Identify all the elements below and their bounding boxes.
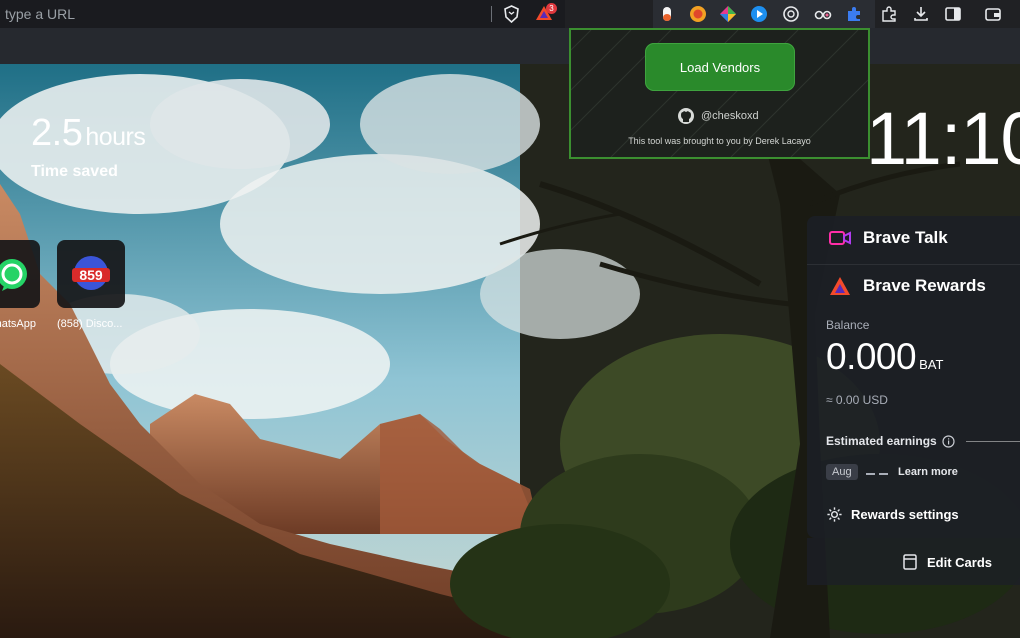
wallet-icon[interactable]	[984, 5, 1002, 23]
balance-label: Balance	[826, 318, 870, 332]
balance-unit: BAT	[919, 357, 944, 372]
load-vendors-button[interactable]: Load Vendors	[645, 43, 795, 91]
brave-cards-panel: Brave Talk Brave Rewards Balance 0.000 B…	[807, 216, 1020, 538]
fox-extension-icon[interactable]	[689, 5, 707, 23]
extensions-menu-icon[interactable]	[880, 5, 898, 23]
rewards-settings-label: Rewards settings	[851, 507, 959, 522]
balance-usd: ≈ 0.00 USD	[826, 393, 888, 407]
brave-rewards-icon	[830, 277, 850, 295]
estimated-earnings-line	[966, 441, 1020, 442]
balance-display: 0.000 BAT	[826, 336, 943, 378]
brave-talk-card-header[interactable]: Brave Talk	[829, 228, 948, 248]
learn-more-link[interactable]: Learn more	[898, 466, 958, 478]
github-icon	[678, 108, 694, 124]
info-icon[interactable]	[942, 434, 955, 448]
whatsapp-icon	[0, 259, 27, 291]
brave-rewards-title: Brave Rewards	[863, 276, 986, 295]
address-bar-divider	[491, 6, 492, 22]
browser-toolbar: type a URL 3	[0, 0, 1020, 28]
edit-cards-icon	[903, 554, 917, 570]
time-saved-value: 2.5	[31, 112, 83, 154]
top-site-label-whatsapp: WhatsApp	[0, 318, 36, 330]
brave-rewards-button[interactable]: 3	[535, 3, 557, 24]
top-site-tile-discord[interactable]: 859	[57, 240, 125, 308]
estimated-earnings-row: Estimated earnings	[826, 434, 955, 448]
download-icon[interactable]	[912, 5, 930, 23]
top-site-tile-whatsapp[interactable]	[0, 240, 40, 308]
play-circle-extension-icon[interactable]	[750, 5, 768, 23]
edit-cards-label: Edit Cards	[927, 554, 993, 570]
time-saved-stat: 2.5 hours	[31, 112, 146, 155]
rewards-notification-badge: 3	[546, 3, 557, 14]
glasses-extension-icon[interactable]	[814, 5, 832, 23]
brave-new-tab-page: type a URL 3 2.5 hours Time saved atsApp…	[0, 0, 1020, 638]
gear-icon	[827, 507, 842, 522]
month-chip: Aug	[826, 464, 858, 480]
discord-notification-icon: 859	[72, 256, 110, 290]
openai-extension-icon[interactable]	[782, 5, 800, 23]
github-handle: @cheskoxd	[701, 110, 759, 122]
brave-shields-icon[interactable]	[503, 5, 520, 24]
time-saved-label: Time saved	[31, 163, 118, 180]
earnings-placeholder-dash	[866, 473, 875, 475]
address-bar[interactable]: type a URL 3	[0, 0, 565, 28]
colorful-grid-extension-icon[interactable]	[719, 5, 737, 23]
puzzle-blue-extension-icon[interactable]	[845, 5, 863, 23]
brave-talk-title: Brave Talk	[863, 228, 948, 247]
extensions-toolbar	[653, 0, 875, 28]
brave-rewards-card-header[interactable]: Brave Rewards	[829, 276, 986, 296]
time-saved-unit: hours	[85, 123, 146, 151]
popup-credit-text: This tool was brought to you by Derek La…	[628, 136, 811, 146]
clock: 11:10	[866, 97, 1020, 180]
balance-value: 0.000	[826, 336, 917, 377]
github-link[interactable]: @cheskoxd	[677, 106, 759, 126]
card-divider	[807, 264, 1020, 265]
edit-cards-button[interactable]: Edit Cards	[903, 554, 992, 570]
extension-popup: Load Vendors @cheskoxd This tool was bro…	[569, 28, 870, 159]
video-camera-icon	[829, 231, 851, 245]
pill-extension-icon[interactable]	[658, 5, 676, 23]
estimated-earnings-label: Estimated earnings	[826, 434, 937, 448]
discord-badge-count: 859	[79, 267, 103, 283]
rewards-settings-button[interactable]: Rewards settings	[826, 506, 959, 523]
address-bar-placeholder: type a URL	[5, 6, 76, 22]
earnings-placeholder-dash	[879, 473, 888, 475]
edit-cards-bar: Edit Cards	[807, 538, 1020, 585]
top-site-label-discord: (858) Disco...	[57, 318, 123, 330]
sidebar-toggle-icon[interactable]	[944, 5, 962, 23]
